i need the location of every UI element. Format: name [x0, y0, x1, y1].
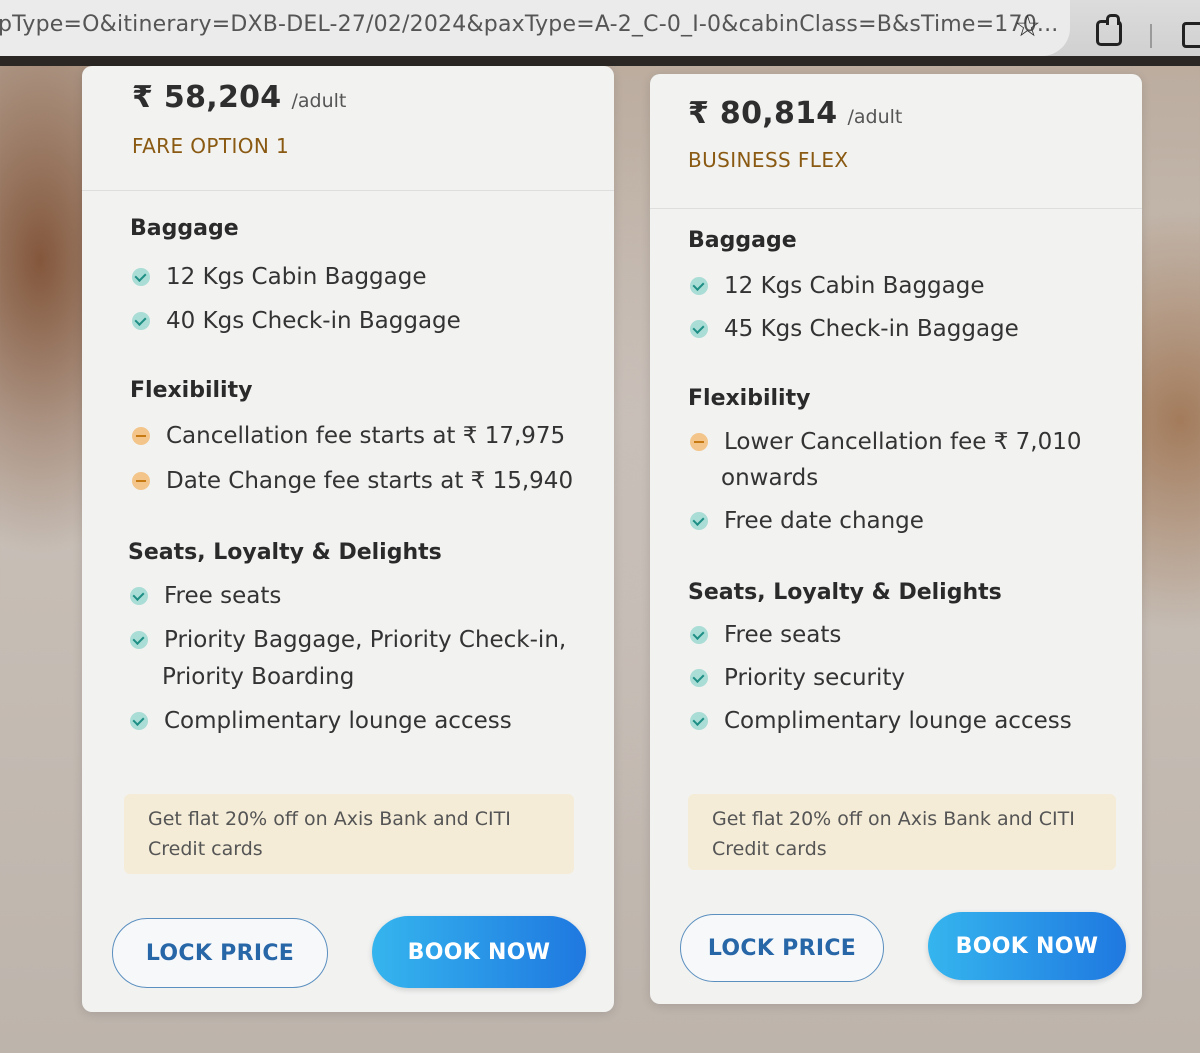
- seats-item-text: Complimentary lounge access: [164, 708, 512, 734]
- flexibility-item-text: Date Change fee starts at ₹ 15,940: [166, 468, 574, 494]
- baggage-item-text: 12 Kgs Cabin Baggage: [166, 264, 427, 290]
- offer-line: Credit cards: [712, 838, 827, 860]
- flexibility-title: Flexibility: [688, 386, 811, 411]
- check-icon: [690, 626, 708, 644]
- flexibility-item-text: Cancellation fee starts at ₹ 17,975: [166, 423, 566, 449]
- seats-item: Free seats: [130, 578, 281, 615]
- puzzle-icon[interactable]: [1096, 14, 1122, 46]
- fare-price: ₹ 80,814: [688, 96, 838, 131]
- minus-icon: [132, 472, 150, 490]
- check-icon: [690, 669, 708, 687]
- fare-name: FARE OPTION 1: [132, 134, 290, 158]
- baggage-item-text: 40 Kgs Check-in Baggage: [166, 308, 461, 334]
- baggage-item-text: 12 Kgs Cabin Baggage: [724, 273, 985, 299]
- check-icon: [690, 712, 708, 730]
- flexibility-item: Cancellation fee starts at ₹ 17,975: [132, 418, 565, 455]
- offer-line: Credit cards: [148, 838, 263, 860]
- lock-price-button[interactable]: LOCK PRICE: [112, 918, 328, 988]
- seats-item: Priority security: [690, 660, 905, 697]
- url-text[interactable]: pType=O&itinerary=DXB-DEL-27/02/2024&pax…: [0, 12, 1058, 37]
- seats-item-text: Priority Boarding: [162, 664, 355, 690]
- book-now-button[interactable]: BOOK NOW: [372, 916, 586, 988]
- check-icon: [130, 631, 148, 649]
- check-icon: [130, 712, 148, 730]
- flexibility-item: Free date change: [690, 503, 924, 540]
- flexibility-item-text: Lower Cancellation fee ₹ 7,010: [724, 429, 1082, 455]
- baggage-item-text: 45 Kgs Check-in Baggage: [724, 316, 1019, 342]
- flexibility-item: Date Change fee starts at ₹ 15,940: [132, 463, 573, 500]
- flexibility-item-text: onwards: [721, 465, 819, 491]
- fare-price: ₹ 58,204: [132, 80, 282, 115]
- seats-item-text: Free seats: [164, 583, 282, 609]
- fare-per-unit: /adult: [847, 106, 903, 128]
- baggage-item: 40 Kgs Check-in Baggage: [132, 303, 461, 340]
- seats-item: Free seats: [690, 617, 841, 654]
- minus-icon: [132, 427, 150, 445]
- flexibility-item: Lower Cancellation fee ₹ 7,010: [690, 424, 1081, 461]
- fare-per-unit: /adult: [291, 90, 347, 112]
- baggage-title: Baggage: [688, 228, 797, 253]
- price-row: ₹ 80,814 /adult: [688, 96, 902, 131]
- card-divider: [82, 190, 614, 191]
- baggage-item: 12 Kgs Cabin Baggage: [132, 259, 427, 296]
- check-icon: [132, 312, 150, 330]
- browser-toolbar: pType=O&itinerary=DXB-DEL-27/02/2024&pax…: [0, 0, 1200, 62]
- price-row: ₹ 58,204 /adult: [132, 80, 346, 115]
- fare-card-1: ₹ 58,204 /adult FARE OPTION 1 Baggage 12…: [82, 66, 614, 1012]
- fare-name: BUSINESS FLEX: [688, 148, 849, 172]
- flexibility-title: Flexibility: [130, 378, 253, 403]
- bank-offer: Get flat 20% off on Axis Bank and CITI C…: [124, 794, 574, 874]
- seats-item: Priority Baggage, Priority Check-in,: [130, 622, 566, 659]
- check-icon: [690, 320, 708, 338]
- fare-card-2: ₹ 80,814 /adult BUSINESS FLEX Baggage 12…: [650, 74, 1142, 1004]
- seats-title: Seats, Loyalty & Delights: [128, 540, 442, 565]
- book-now-button[interactable]: BOOK NOW: [928, 912, 1126, 980]
- offer-line: Get flat 20% off on Axis Bank and CITI: [712, 808, 1075, 830]
- lock-price-button[interactable]: LOCK PRICE: [680, 914, 884, 982]
- check-icon: [130, 587, 148, 605]
- check-icon: [690, 512, 708, 530]
- seats-item-text: Free seats: [724, 622, 842, 648]
- seats-title: Seats, Loyalty & Delights: [688, 580, 1002, 605]
- flexibility-item-text: Free date change: [724, 508, 924, 534]
- seats-item-text: Priority Baggage, Priority Check-in,: [164, 627, 567, 653]
- minus-icon: [690, 433, 708, 451]
- flexibility-item-continued: onwards: [721, 460, 818, 497]
- address-bar[interactable]: pType=O&itinerary=DXB-DEL-27/02/2024&pax…: [0, 0, 1070, 56]
- check-icon: [690, 277, 708, 295]
- bank-offer: Get flat 20% off on Axis Bank and CITI C…: [688, 794, 1116, 870]
- seats-item: Complimentary lounge access: [690, 703, 1072, 740]
- baggage-item: 45 Kgs Check-in Baggage: [690, 311, 1019, 348]
- seats-item-continued: Priority Boarding: [162, 659, 354, 696]
- screen-edge: [0, 56, 1200, 66]
- check-icon: [132, 268, 150, 286]
- seats-item-text: Priority security: [724, 665, 906, 691]
- offer-line: Get flat 20% off on Axis Bank and CITI: [148, 808, 511, 830]
- side-panel-icon[interactable]: [1182, 22, 1200, 48]
- baggage-title: Baggage: [130, 216, 239, 241]
- seats-item-text: Complimentary lounge access: [724, 708, 1072, 734]
- baggage-item: 12 Kgs Cabin Baggage: [690, 268, 985, 305]
- star-icon[interactable]: ☆: [1014, 12, 1041, 42]
- seats-item: Complimentary lounge access: [130, 703, 512, 740]
- card-divider: [650, 208, 1142, 209]
- toolbar-divider: [1150, 24, 1152, 48]
